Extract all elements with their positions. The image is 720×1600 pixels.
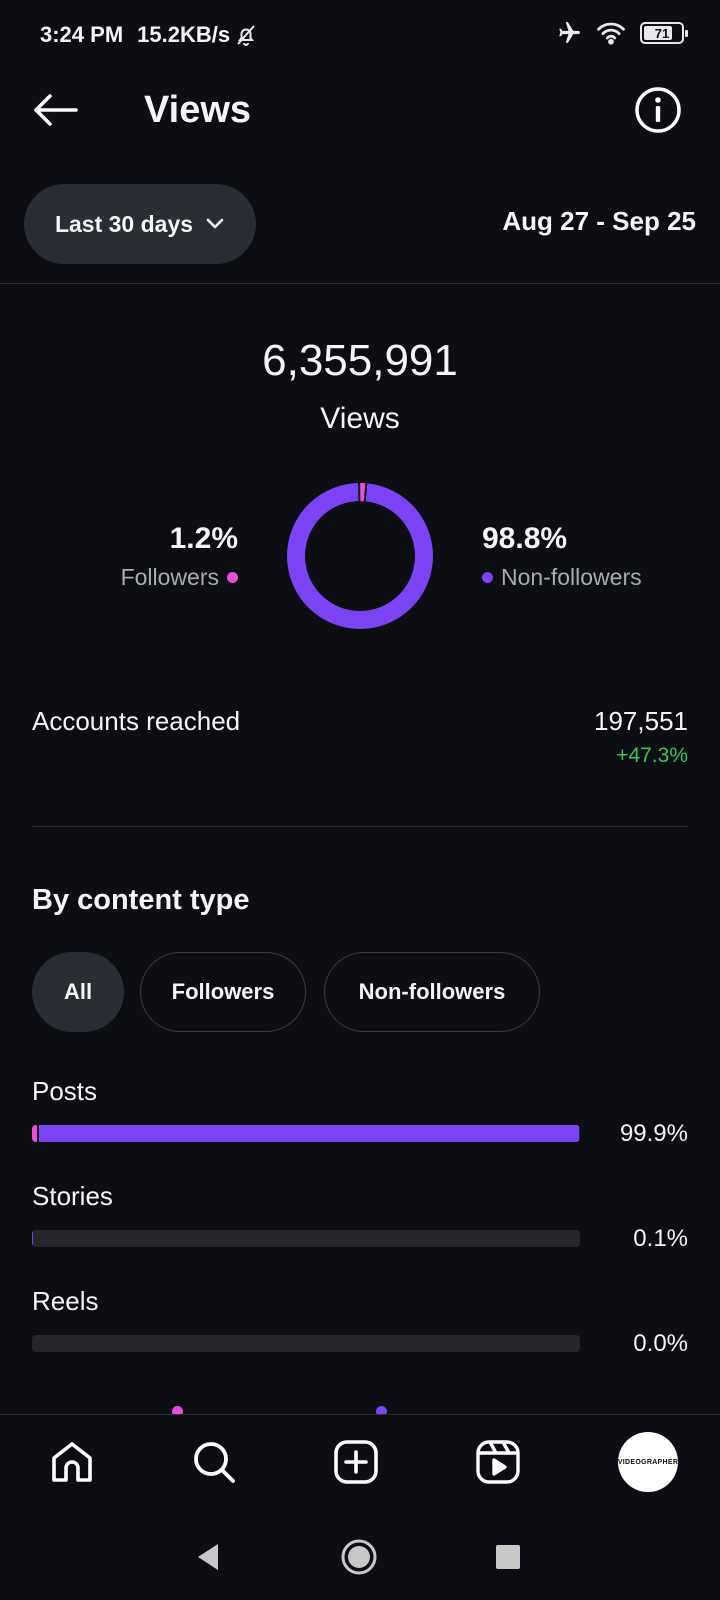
airplane-icon [556,20,582,46]
status-left: 3:24 PM 15.2KB/s [40,22,258,48]
accounts-reached-value: 197,551 [594,706,688,736]
reels-bar [32,1335,580,1352]
chip-label: Followers [171,979,275,1004]
profile-avatar[interactable]: VIDEOGRAPHER [618,1432,678,1492]
page-title: Views [144,89,252,131]
avatar-logo: VIDEOGRAPHER [617,1458,679,1466]
reels-pct: 0.0% [633,1330,688,1357]
content-type-title: By content type [32,884,250,916]
period-dropdown[interactable]: Last 30 days [24,184,256,264]
search-icon [190,1438,238,1486]
status-right: 71 [556,20,688,46]
system-home-button[interactable] [334,1532,384,1582]
legend-dot [376,1406,387,1414]
donut-non-followers-arc [287,483,433,629]
home-icon [48,1438,96,1486]
network-speed: 15.2KB/s [137,22,231,47]
create-icon [332,1438,380,1486]
followers-legend-dot [227,572,238,583]
period-label: Last 30 days [54,210,194,237]
followers-pct: 1.2% [169,522,238,555]
reels-icon [474,1438,522,1486]
bar-legend-non-followers [376,1404,387,1414]
chevron-down-icon [205,217,225,231]
posts-bar-non-followers [32,1125,580,1142]
total-views: 6,355,991 [262,336,458,385]
followers-donut-chart [287,482,433,629]
stories-bar-non-followers [32,1230,33,1247]
posts-bar-followers [32,1125,39,1142]
chip-label: All [63,979,93,1004]
non-followers-stat: 98.8% Non-followers [482,522,642,591]
accounts-reached-label: Accounts reached [32,706,241,736]
non-followers-legend-dot [482,572,493,583]
info-button[interactable] [632,84,684,136]
arrow-left-icon [32,92,80,128]
nav-home[interactable] [40,1430,104,1494]
filter-chip-non-followers[interactable]: Non-followers [324,952,540,1032]
wifi-icon [596,20,626,46]
info-icon [632,84,684,136]
content-type-label-reels: Reels [32,1286,99,1316]
mute-bell-icon [234,23,258,47]
nav-reels[interactable] [466,1430,530,1494]
non-followers-label: Non-followers [501,564,642,590]
triangle-back-icon [194,1542,222,1572]
battery-level: 71 [654,25,670,41]
views-label: Views [320,402,400,435]
divider [0,283,720,284]
filter-chip-followers[interactable]: Followers [140,952,306,1032]
non-followers-pct: 98.8% [482,522,568,555]
status-time: 3:24 PM [40,22,124,47]
content-type-label-posts: Posts [32,1076,98,1106]
stories-pct: 0.1% [633,1225,688,1252]
chip-label: Non-followers [358,979,506,1004]
date-range: Aug 27 - Sep 25 [502,206,696,236]
system-recents-button[interactable] [483,1532,533,1582]
followers-stat: 1.2% Followers [121,522,238,591]
accounts-reached-change: +47.3% [616,744,688,767]
posts-bar [32,1125,580,1142]
battery-indicator: 71 [640,22,688,44]
divider [32,826,688,827]
square-recents-icon [495,1544,521,1570]
circle-home-icon [340,1538,378,1576]
nav-create[interactable] [324,1430,388,1494]
followers-label: Followers [120,564,219,590]
back-button[interactable] [28,86,84,134]
nav-search[interactable] [182,1430,246,1494]
posts-pct: 99.9% [619,1120,688,1147]
content-type-label-stories: Stories [32,1181,113,1211]
legend-dot [172,1406,183,1414]
bar-legend-followers [172,1404,183,1414]
filter-chip-all[interactable]: All [32,952,124,1032]
system-back-button[interactable] [183,1532,233,1582]
stories-bar [32,1230,580,1247]
